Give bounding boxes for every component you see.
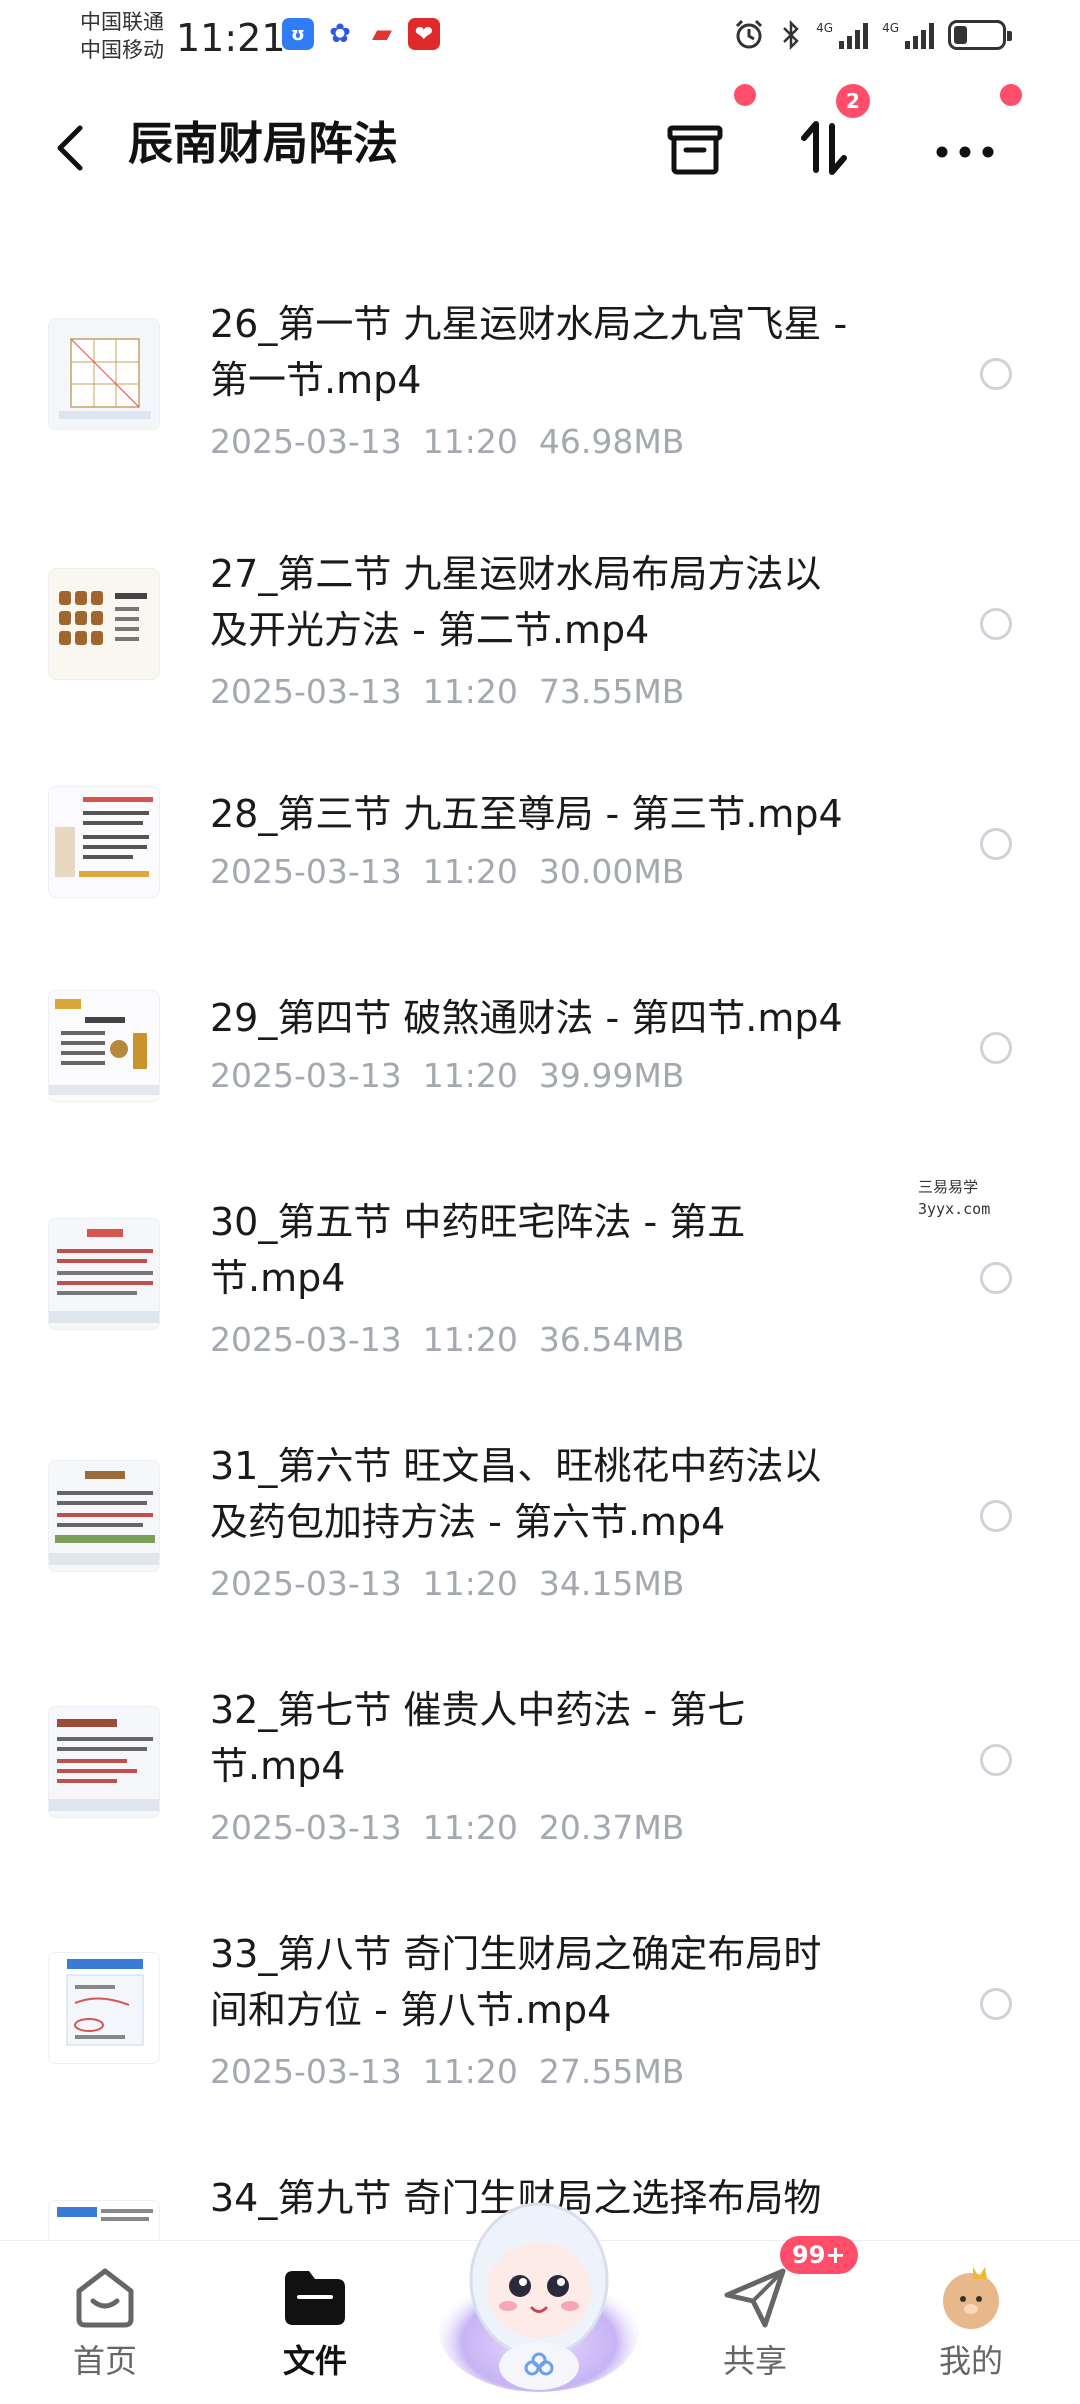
signal-1-label: 4G xyxy=(816,21,834,35)
title-bar: 辰南财局阵法 2 xyxy=(0,84,1080,200)
carrier-1: 中国联通 xyxy=(80,10,164,34)
signal-2-icon: 4G xyxy=(882,21,934,49)
select-radio[interactable] xyxy=(980,1032,1012,1064)
send-icon xyxy=(724,2268,786,2328)
carrier-info: 中国联通 中国移动 xyxy=(80,8,164,64)
select-radio[interactable] xyxy=(980,1988,1012,2020)
video-thumbnail xyxy=(48,786,160,898)
file-name: 26_第一节 九星运财水局之九宫飞星 - 第一节.mp4 xyxy=(210,302,848,402)
alarm-icon xyxy=(736,19,763,49)
transfer-list-button[interactable] xyxy=(788,112,862,186)
file-name: 27_第二节 九星运财水局布局方法以 及开光方法 - 第二节.mp4 xyxy=(210,552,822,652)
watermark-line-1: 三易易学 xyxy=(918,1178,979,1196)
transfer-count-badge: 2 xyxy=(836,84,870,118)
sort-arrows-icon xyxy=(801,121,847,175)
select-radio[interactable] xyxy=(980,1500,1012,1532)
nav-home-label: 首页 xyxy=(72,2342,137,2380)
file-name: 28_第三节 九五至尊局 - 第三节.mp4 xyxy=(210,792,843,836)
select-radio[interactable] xyxy=(980,828,1012,860)
video-thumbnail xyxy=(48,1460,160,1572)
recycle-bin-dot xyxy=(734,84,756,106)
carrier-2: 中国移动 xyxy=(80,38,164,62)
signal-1-icon: 4G xyxy=(816,21,869,49)
file-name: 30_第五节 中药旺宅阵法 - 第五 节.mp4 xyxy=(210,1200,746,1300)
file-name: 31_第六节 旺文昌、旺桃花中药法以 及药包加持方法 - 第六节.mp4 xyxy=(210,1444,822,1544)
file-name: 33_第八节 奇门生财局之确定布局时 间和方位 - 第八节.mp4 xyxy=(210,1932,822,2032)
more-options-button[interactable] xyxy=(928,112,1002,186)
file-meta: 2025-03-13 11:20 73.55MB xyxy=(210,672,685,711)
notification-icons: ʊ ✿ ▰ ❤ xyxy=(282,18,440,50)
file-meta: 2025-03-13 11:20 39.99MB xyxy=(210,1056,685,1095)
more-horizontal-icon xyxy=(936,146,994,158)
select-radio[interactable] xyxy=(980,1744,1012,1776)
nav-home[interactable]: 首页 xyxy=(30,2261,180,2391)
watermark: 三易易学 3yyx.com xyxy=(918,1176,990,1220)
home-icon xyxy=(76,2268,134,2328)
video-thumbnail xyxy=(48,568,160,680)
select-radio[interactable] xyxy=(980,608,1012,640)
status-bar: 中国联通 中国移动 11:21 ʊ ✿ ▰ ❤ 4G 4G xyxy=(0,0,1080,80)
file-meta: 2025-03-13 11:20 27.55MB xyxy=(210,2052,685,2091)
nav-mine[interactable]: 我的 xyxy=(896,2261,1046,2391)
nav-share[interactable]: 共享 xyxy=(680,2261,830,2391)
video-thumbnail xyxy=(48,990,160,1102)
file-name: 29_第四节 破煞通财法 - 第四节.mp4 xyxy=(210,996,843,1040)
nav-files-label: 文件 xyxy=(282,2342,347,2380)
battery-icon xyxy=(948,20,1012,50)
nav-files[interactable]: 文件 xyxy=(240,2261,390,2391)
nav-share-label: 共享 xyxy=(722,2342,787,2380)
book-icon: ▰ xyxy=(366,18,398,50)
share-count-badge: 99+ xyxy=(780,2236,858,2274)
heart-app-icon: ❤ xyxy=(408,18,440,50)
video-thumbnail xyxy=(48,1218,160,1330)
nav-mine-label: 我的 xyxy=(938,2342,1003,2380)
chevron-left-icon xyxy=(57,125,83,171)
file-name: 32_第七节 催贵人中药法 - 第七 节.mp4 xyxy=(210,1688,746,1788)
video-thumbnail xyxy=(48,1952,160,2064)
bluetooth-icon xyxy=(783,19,799,51)
page-title: 辰南财局阵法 xyxy=(128,117,399,170)
signal-2-label: 4G xyxy=(882,21,899,35)
file-meta: 2025-03-13 11:20 46.98MB xyxy=(210,422,685,461)
avatar-icon xyxy=(943,2267,999,2329)
select-radio[interactable] xyxy=(980,1262,1012,1294)
recycle-bin-button[interactable] xyxy=(658,112,732,186)
system-icons: 4G 4G xyxy=(732,18,1012,52)
status-time: 11:21 xyxy=(176,16,286,60)
file-meta: 2025-03-13 11:20 36.54MB xyxy=(210,1320,685,1359)
video-thumbnail xyxy=(48,318,160,430)
select-radio[interactable] xyxy=(980,358,1012,390)
more-options-dot xyxy=(1000,84,1022,106)
file-meta: 2025-03-13 11:20 20.37MB xyxy=(210,1808,685,1847)
app-notification-icon: ʊ xyxy=(282,18,314,50)
baidu-paw-icon: ✿ xyxy=(324,18,356,50)
folder-icon xyxy=(285,2271,345,2325)
video-thumbnail xyxy=(48,1706,160,1818)
file-meta: 2025-03-13 11:20 34.15MB xyxy=(210,1564,685,1603)
mascot-icon xyxy=(439,2202,639,2392)
archive-box-icon xyxy=(667,125,723,175)
back-button[interactable] xyxy=(42,118,102,178)
watermark-line-2: 3yyx.com xyxy=(918,1200,991,1218)
ai-assistant-button[interactable] xyxy=(424,2170,654,2400)
file-meta: 2025-03-13 11:20 30.00MB xyxy=(210,852,685,891)
